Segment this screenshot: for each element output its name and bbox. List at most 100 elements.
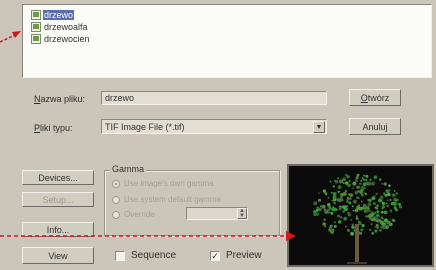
leaf — [332, 195, 337, 199]
leaf — [342, 210, 345, 213]
file-list[interactable]: drzewo drzewoalfa drzewocien — [22, 4, 432, 78]
leaf — [365, 215, 368, 218]
leaf — [355, 216, 359, 220]
leaf — [359, 182, 362, 185]
leaf — [360, 207, 363, 210]
leaf — [330, 228, 335, 233]
tree-image — [313, 173, 403, 264]
leaf — [357, 220, 361, 224]
gamma-option-own[interactable]: Use image's own gamma — [112, 179, 214, 188]
leaf — [348, 201, 352, 205]
leaf — [348, 179, 351, 183]
gamma-option-label: Use system default gamma — [124, 195, 221, 204]
cancel-button-label: Anuluj — [362, 121, 388, 132]
gamma-option-system[interactable]: Use system default gamma — [112, 195, 221, 204]
radio-icon — [112, 179, 120, 188]
filetype-value: TIF Image File (*.tif) — [105, 121, 185, 132]
filename-input[interactable]: drzewo — [101, 91, 327, 105]
leaf — [360, 179, 363, 182]
leaf — [385, 226, 389, 230]
file-name: drzewo — [43, 10, 75, 20]
leaf — [342, 182, 345, 185]
leaf — [329, 224, 333, 228]
devices-button[interactable]: Devices... — [22, 170, 94, 185]
leaf — [339, 216, 343, 219]
leaf — [337, 177, 340, 180]
leaf — [380, 226, 383, 229]
leaf — [334, 179, 339, 184]
leaf — [371, 196, 376, 201]
sequence-checkbox[interactable]: Sequence — [115, 250, 176, 261]
file-item[interactable]: drzewocien — [31, 33, 91, 45]
leaf — [342, 205, 347, 210]
gamma-option-label: Override — [124, 210, 155, 219]
leaf — [332, 206, 335, 209]
leaf — [371, 181, 375, 186]
leaf — [330, 191, 333, 194]
leaf — [351, 205, 354, 208]
open-button-label: Otwórz — [360, 92, 390, 103]
spinner-icon[interactable]: ▲ ▼ — [237, 208, 247, 219]
leaf — [393, 219, 396, 222]
leaf — [349, 193, 354, 197]
leaf — [360, 228, 364, 232]
leaf — [346, 200, 349, 203]
radio-icon — [112, 195, 120, 204]
leaf — [351, 225, 355, 229]
file-name: drzewocien — [44, 34, 90, 44]
leaf — [314, 212, 318, 216]
leaf — [361, 193, 364, 197]
leaf — [347, 211, 350, 215]
leaf — [368, 198, 372, 203]
setup-button[interactable]: Setup... — [22, 192, 94, 207]
open-button[interactable]: Otwórz — [349, 89, 401, 106]
leaf — [347, 183, 351, 188]
leaf — [375, 207, 379, 210]
info-button[interactable]: Info... — [22, 222, 94, 237]
leaf — [374, 226, 377, 228]
leaf — [328, 228, 331, 232]
leaf — [333, 221, 336, 224]
leaf — [327, 196, 330, 199]
leaf — [375, 216, 379, 220]
leaf — [355, 206, 358, 209]
leaf — [388, 184, 391, 187]
file-item[interactable]: drzewo — [31, 9, 75, 21]
override-gamma-input[interactable]: ▲ ▼ — [186, 207, 248, 220]
leaf — [346, 228, 350, 232]
file-item[interactable]: drzewoalfa — [31, 21, 89, 33]
leaf — [344, 181, 349, 185]
leaf — [393, 190, 396, 192]
gamma-group-title: Gamma — [110, 164, 147, 174]
cancel-button[interactable]: Anuluj — [349, 118, 401, 135]
leaf — [386, 204, 390, 208]
leaf — [364, 192, 366, 194]
gamma-option-override[interactable]: Override — [112, 210, 155, 219]
leaf — [375, 192, 378, 195]
leaf — [373, 175, 378, 179]
leaf — [329, 180, 332, 183]
chevron-down-icon[interactable]: ▼ — [313, 121, 325, 133]
image-file-icon — [31, 10, 41, 20]
view-button[interactable]: View — [22, 247, 94, 264]
image-preview — [287, 164, 434, 267]
leaf — [355, 176, 359, 180]
preview-checkbox[interactable]: ✓ Preview — [210, 250, 262, 261]
leaf — [376, 210, 380, 214]
leaf — [389, 198, 392, 202]
leaf — [395, 209, 398, 212]
filename-label: Nazwa pliku: — [34, 94, 86, 104]
filetype-select[interactable]: TIF Image File (*.tif) ▼ — [101, 119, 327, 134]
leaf — [317, 198, 322, 202]
devices-button-label: Devices... — [38, 172, 78, 183]
leaf — [332, 185, 335, 188]
leaf — [368, 209, 371, 212]
leaf — [324, 192, 328, 196]
filename-value: drzewo — [105, 93, 135, 103]
leaf — [374, 229, 378, 233]
leaf — [390, 210, 393, 213]
leaf — [360, 185, 365, 190]
leaf — [387, 192, 391, 197]
leaf — [372, 202, 376, 205]
image-file-icon — [31, 34, 41, 44]
